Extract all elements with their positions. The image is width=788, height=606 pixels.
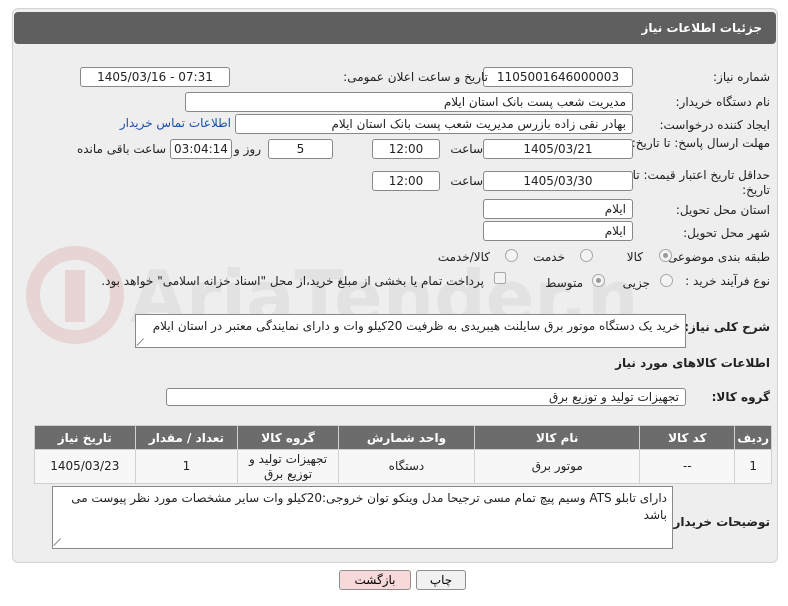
reply-date-field: 1405/03/21: [483, 139, 633, 159]
process-type-label: نوع فرآیند خرید :: [685, 274, 770, 288]
price-date-field: 1405/03/30: [483, 171, 633, 191]
goods-group-field: تجهیزات تولید و توزیع برق: [166, 388, 686, 406]
price-time-field: 12:00: [372, 171, 440, 191]
category-label: طبقه بندی موضوعی:: [663, 250, 770, 264]
category-goods-radio[interactable]: [659, 249, 672, 262]
remaining-time-field: 03:04:14: [170, 139, 232, 159]
col-need-date: تاریخ نیاز: [34, 425, 136, 450]
buyer-org-field: مدیریت شعب پست بانک استان ایلام: [185, 92, 633, 112]
col-quantity: تعداد / مقدار: [134, 425, 239, 450]
cell-goods-code: --: [639, 449, 736, 484]
col-unit: واحد شمارش: [337, 425, 476, 450]
city-label: شهر محل تحویل:: [683, 226, 770, 240]
remaining-days-field: 5: [268, 139, 333, 159]
col-goods-group: گروه کالا: [237, 425, 339, 450]
reply-time-label: ساعت: [450, 142, 483, 156]
buyer-contact-link[interactable]: اطلاعات تماس خریدار: [120, 116, 231, 130]
price-validity-label: حداقل تاریخ اعتبار قیمت: تا تاریخ:: [632, 168, 770, 197]
buyer-notes-text: دارای تابلو ATS وسیم پیچ تمام مسی ترجیحا…: [71, 491, 667, 522]
process-minor-radio[interactable]: [660, 274, 673, 287]
category-service-radio[interactable]: [580, 249, 593, 262]
category-service-label: خدمت: [533, 250, 565, 264]
cell-need-date: 1405/03/23: [34, 449, 136, 484]
resize-handle-icon[interactable]: [54, 538, 62, 546]
requester-label: ایجاد کننده درخواست:: [659, 118, 770, 132]
need-number-label: شماره نیاز:: [713, 70, 770, 84]
process-minor-label: جزیی: [622, 276, 650, 290]
buyer-notes-textarea[interactable]: دارای تابلو ATS وسیم پیچ تمام مسی ترجیحا…: [52, 486, 673, 549]
buyer-notes-label: توضیحات خریدار:: [668, 515, 770, 529]
cell-unit: دستگاه: [337, 449, 476, 484]
general-desc-textarea[interactable]: خرید یک دستگاه موتور برق سایلنت هیبریدی …: [135, 314, 686, 348]
goods-table: ردیف کد کالا نام کالا واحد شمارش گروه کا…: [34, 425, 772, 484]
treasury-payment-checkbox[interactable]: [494, 272, 506, 284]
resize-handle-icon[interactable]: [137, 338, 145, 346]
print-button[interactable]: چاپ: [416, 570, 466, 590]
remaining-label: ساعت باقی مانده: [76, 142, 166, 156]
cell-goods-name: موتور برق: [474, 449, 641, 484]
goods-group-label: گروه کالا:: [711, 390, 770, 404]
announce-datetime-label: تاریخ و ساعت اعلان عمومی:: [343, 70, 488, 84]
reply-time-field: 12:00: [372, 139, 440, 159]
price-time-label: ساعت: [450, 174, 483, 188]
day-and-label: روز و: [234, 142, 261, 156]
cell-goods-group: تجهیزات تولید و توزیع برق: [237, 449, 339, 484]
table-header-row: ردیف کد کالا نام کالا واحد شمارش گروه کا…: [34, 425, 772, 450]
city-field: ایلام: [483, 221, 633, 241]
general-desc-label: شرح کلی نیاز:: [684, 320, 770, 334]
cell-quantity: 1: [134, 449, 239, 484]
province-field: ایلام: [483, 199, 633, 219]
goods-info-heading: اطلاعات کالاهای مورد نیاز: [615, 356, 770, 370]
col-goods-code: کد کالا: [639, 425, 736, 450]
page-title: جزئیات اطلاعات نیاز: [14, 12, 776, 44]
col-row-number: ردیف: [734, 425, 772, 450]
table-row: 1 -- موتور برق دستگاه تجهیزات تولید و تو…: [34, 449, 772, 484]
general-desc-text: خرید یک دستگاه موتور برق سایلنت هیبریدی …: [152, 319, 680, 333]
province-label: استان محل تحویل:: [675, 203, 770, 217]
process-medium-radio[interactable]: [592, 274, 605, 287]
cell-row-number: 1: [734, 449, 772, 484]
reply-deadline-label: مهلت ارسال پاسخ: تا تاریخ:: [631, 136, 770, 150]
buyer-org-label: نام دستگاه خریدار:: [675, 95, 771, 109]
payment-note: پرداخت تمام یا بخشی از مبلغ خرید،از محل …: [101, 274, 484, 288]
col-goods-name: نام کالا: [474, 425, 641, 450]
back-button[interactable]: بازگشت: [339, 570, 411, 590]
need-number-field: 1105001646000003: [483, 67, 633, 87]
category-goods-label: کالا: [626, 250, 643, 264]
requester-field: بهادر نقی زاده بازرس مدیریت شعب پست بانک…: [235, 114, 633, 134]
category-goods-service-radio[interactable]: [505, 249, 518, 262]
process-medium-label: متوسط: [545, 276, 583, 290]
announce-datetime-field: 1405/03/16 - 07:31: [80, 67, 230, 87]
category-goods-service-label: کالا/خدمت: [437, 250, 490, 264]
